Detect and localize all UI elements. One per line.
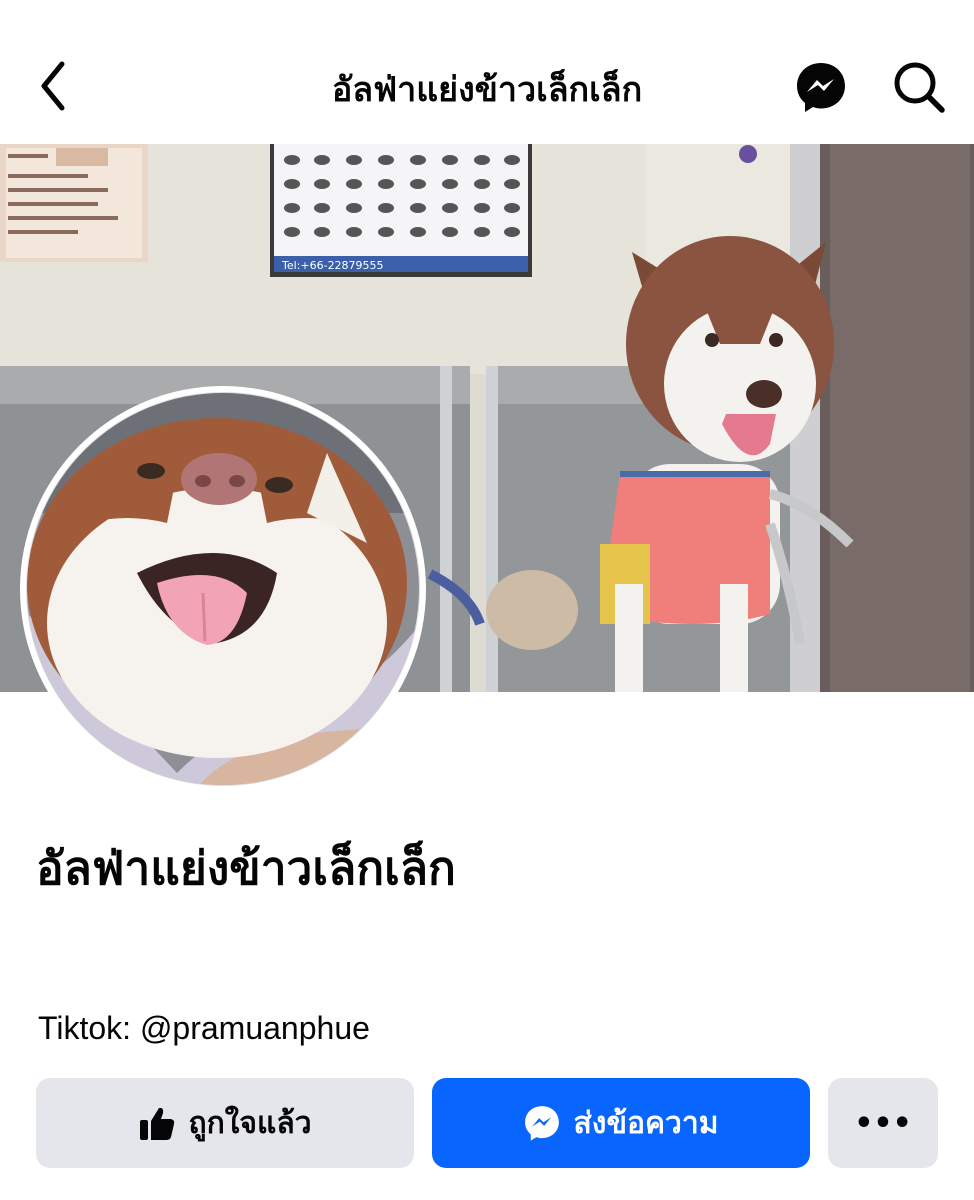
more-options-button[interactable]: ••• [828,1078,938,1168]
poster-phone-text: Tel:+66-22879555 [281,259,384,272]
page-title: อัลฟ่าแย่งข้าวเล็กเล็ก [331,70,643,110]
messenger-button[interactable] [794,60,848,114]
profile-bio: Tiktok: @pramuanphue [38,1010,370,1046]
like-label: ถูกใจแล้ว [188,1105,312,1141]
search-button[interactable] [892,60,948,116]
profile-picture[interactable] [20,386,426,792]
avatar [26,392,420,786]
back-button[interactable] [34,58,74,114]
search-icon [894,62,945,113]
messenger-icon [797,63,845,112]
thumbs-up-icon [138,1104,176,1142]
profile-name: อัลฟ่าแย่งข้าวเล็กเล็ก [36,841,456,895]
profile-page: อัลฟ่าแย่งข้าวเล็กเล็ก Tel:+66-22879555 … [0,0,974,1200]
message-label: ส่งข้อความ [573,1105,719,1141]
chevron-left-icon [41,61,65,111]
like-button[interactable]: ถูกใจแล้ว [36,1078,414,1168]
send-message-button[interactable]: ส่งข้อความ [432,1078,810,1168]
top-bar: อัลฟ่าแย่งข้าวเล็กเล็ก [0,0,974,144]
more-dots-icon: ••• [854,1105,912,1141]
messenger-icon [523,1104,561,1142]
